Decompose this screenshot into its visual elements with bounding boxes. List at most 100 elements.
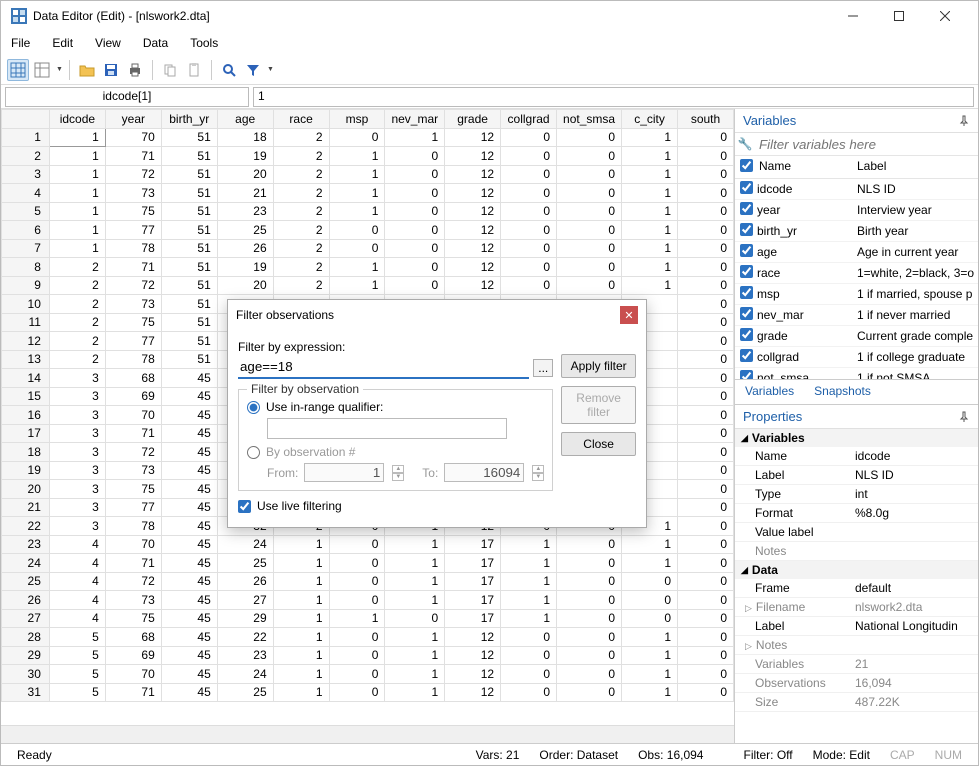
cell[interactable]: 45 bbox=[161, 387, 217, 406]
cell[interactable]: 21 bbox=[217, 184, 273, 203]
cell[interactable]: 51 bbox=[161, 313, 217, 332]
cell[interactable]: 75 bbox=[105, 313, 161, 332]
cell[interactable]: 45 bbox=[161, 406, 217, 425]
cell[interactable]: 0 bbox=[557, 646, 622, 665]
column-header[interactable]: not_smsa bbox=[557, 110, 622, 129]
grid-browse-icon[interactable] bbox=[31, 59, 53, 81]
cell[interactable]: 0 bbox=[678, 147, 734, 166]
cell[interactable]: 2 bbox=[273, 258, 329, 277]
cell[interactable]: 0 bbox=[501, 628, 557, 647]
cell[interactable]: 51 bbox=[161, 128, 217, 147]
column-header[interactable]: collgrad bbox=[501, 110, 557, 129]
cell[interactable]: 45 bbox=[161, 665, 217, 684]
cell[interactable]: 0 bbox=[385, 239, 445, 258]
cell[interactable]: 71 bbox=[105, 424, 161, 443]
cell[interactable]: 45 bbox=[161, 554, 217, 573]
cell[interactable]: 1 bbox=[622, 258, 678, 277]
cell[interactable]: 1 bbox=[49, 221, 105, 240]
cell[interactable]: 0 bbox=[385, 276, 445, 295]
radio-in-range[interactable] bbox=[247, 401, 260, 414]
row-number[interactable]: 12 bbox=[2, 332, 50, 351]
expression-input[interactable] bbox=[238, 356, 529, 379]
cell[interactable]: 1 bbox=[622, 184, 678, 203]
cell[interactable]: 1 bbox=[273, 609, 329, 628]
column-header[interactable]: year bbox=[105, 110, 161, 129]
variable-row[interactable]: gradeCurrent grade comple bbox=[735, 326, 978, 347]
menu-edit[interactable]: Edit bbox=[48, 34, 77, 52]
row-number[interactable]: 16 bbox=[2, 406, 50, 425]
row-number[interactable]: 4 bbox=[2, 184, 50, 203]
cell[interactable]: 1 bbox=[622, 202, 678, 221]
cell[interactable]: 0 bbox=[557, 609, 622, 628]
cell[interactable]: 0 bbox=[678, 387, 734, 406]
cell[interactable]: 3 bbox=[49, 424, 105, 443]
cell[interactable]: 2 bbox=[49, 258, 105, 277]
cell[interactable]: 0 bbox=[385, 202, 445, 221]
prop-group-variables[interactable]: ◢Variables bbox=[735, 429, 978, 447]
variable-row[interactable]: idcodeNLS ID bbox=[735, 179, 978, 200]
row-number[interactable]: 22 bbox=[2, 517, 50, 536]
cell[interactable]: 78 bbox=[105, 350, 161, 369]
row-number[interactable]: 6 bbox=[2, 221, 50, 240]
cell[interactable]: 0 bbox=[557, 665, 622, 684]
cell[interactable]: 1 bbox=[622, 221, 678, 240]
variable-filter-input[interactable] bbox=[755, 133, 978, 155]
remove-filter-button[interactable]: Remove filter bbox=[561, 386, 636, 424]
cell[interactable]: 0 bbox=[678, 184, 734, 203]
cell[interactable]: 0 bbox=[501, 646, 557, 665]
cell[interactable]: 1 bbox=[329, 609, 385, 628]
cell[interactable]: 3 bbox=[49, 517, 105, 536]
cell[interactable]: 77 bbox=[105, 498, 161, 517]
cell[interactable]: 2 bbox=[273, 128, 329, 147]
cell[interactable]: 45 bbox=[161, 480, 217, 499]
cell[interactable]: 0 bbox=[622, 609, 678, 628]
cell[interactable]: 1 bbox=[622, 665, 678, 684]
cell[interactable]: 0 bbox=[501, 221, 557, 240]
open-icon[interactable] bbox=[76, 59, 98, 81]
row-number[interactable]: 28 bbox=[2, 628, 50, 647]
from-input[interactable] bbox=[304, 463, 384, 482]
cell[interactable]: 0 bbox=[678, 424, 734, 443]
cell[interactable]: 12 bbox=[445, 628, 501, 647]
cell[interactable]: 2 bbox=[273, 165, 329, 184]
var-checkbox[interactable] bbox=[740, 328, 753, 341]
cell[interactable]: 1 bbox=[385, 628, 445, 647]
cell[interactable]: 2 bbox=[273, 202, 329, 221]
cell[interactable]: 0 bbox=[678, 683, 734, 702]
cell[interactable]: 45 bbox=[161, 517, 217, 536]
var-checkbox[interactable] bbox=[740, 307, 753, 320]
cell[interactable]: 0 bbox=[329, 128, 385, 147]
cell[interactable]: 5 bbox=[49, 665, 105, 684]
cell[interactable]: 5 bbox=[49, 683, 105, 702]
cell[interactable]: 0 bbox=[501, 147, 557, 166]
cell[interactable]: 2 bbox=[273, 147, 329, 166]
to-spin-up[interactable]: ▲ bbox=[532, 465, 544, 473]
cell[interactable]: 0 bbox=[678, 369, 734, 388]
cell[interactable]: 1 bbox=[501, 609, 557, 628]
cell[interactable]: 75 bbox=[105, 202, 161, 221]
cell[interactable]: 75 bbox=[105, 609, 161, 628]
cell[interactable]: 1 bbox=[273, 591, 329, 610]
cell[interactable]: 19 bbox=[217, 147, 273, 166]
cell[interactable]: 2 bbox=[49, 276, 105, 295]
cell[interactable]: 71 bbox=[105, 554, 161, 573]
dropdown-arrow-icon[interactable]: ▼ bbox=[267, 66, 274, 73]
cell[interactable]: 45 bbox=[161, 461, 217, 480]
cell[interactable]: 71 bbox=[105, 258, 161, 277]
cell[interactable]: 1 bbox=[501, 554, 557, 573]
cell[interactable]: 0 bbox=[678, 202, 734, 221]
variable-row[interactable]: ageAge in current year bbox=[735, 242, 978, 263]
cell[interactable]: 26 bbox=[217, 239, 273, 258]
cell[interactable]: 0 bbox=[385, 184, 445, 203]
cell[interactable]: 0 bbox=[557, 165, 622, 184]
pin-icon[interactable] bbox=[958, 115, 970, 127]
expression-builder-button[interactable]: ... bbox=[533, 359, 553, 377]
cell[interactable]: 1 bbox=[329, 147, 385, 166]
cell[interactable]: 1 bbox=[329, 258, 385, 277]
row-number[interactable]: 19 bbox=[2, 461, 50, 480]
cell[interactable]: 1 bbox=[385, 128, 445, 147]
cell[interactable]: 3 bbox=[49, 443, 105, 462]
column-header[interactable]: race bbox=[273, 110, 329, 129]
cell[interactable]: 0 bbox=[501, 683, 557, 702]
cell[interactable]: 73 bbox=[105, 184, 161, 203]
